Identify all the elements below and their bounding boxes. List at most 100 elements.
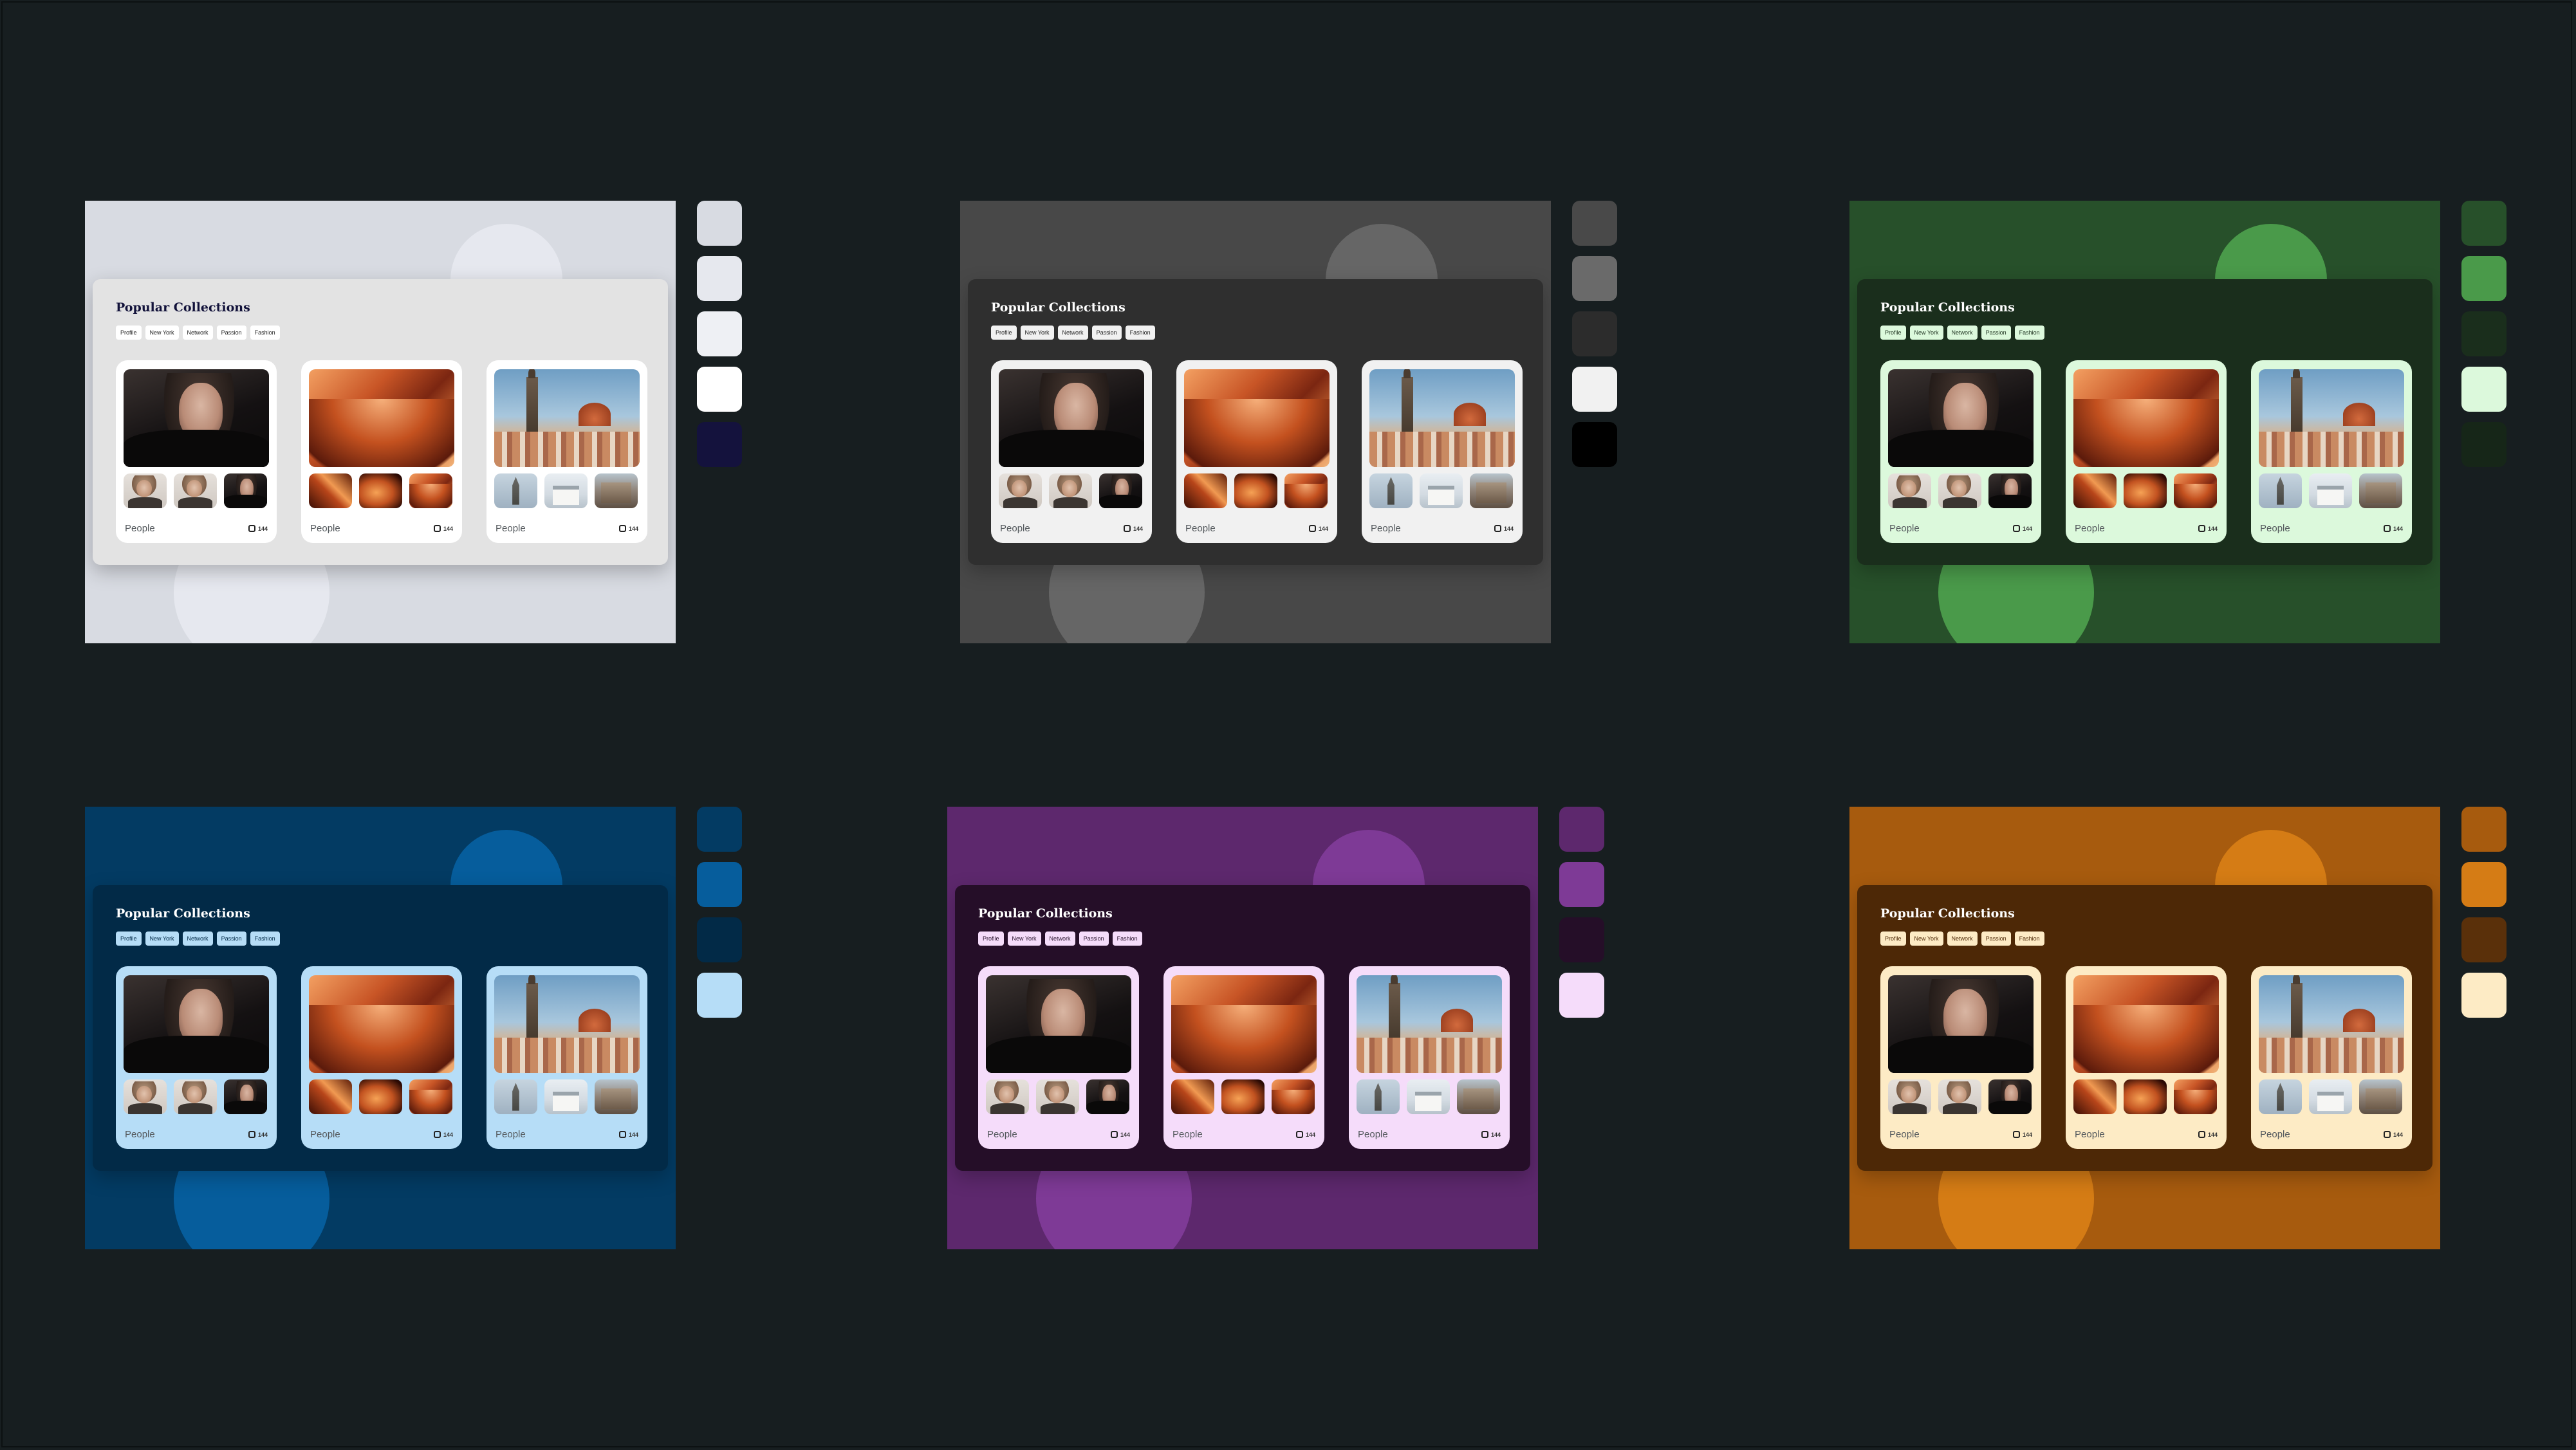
- hero-image[interactable]: [2073, 975, 2219, 1073]
- collection-card[interactable]: People 144: [1362, 360, 1523, 543]
- thumbnail-image[interactable]: [409, 1079, 452, 1114]
- thumbnail-image[interactable]: [1938, 473, 1981, 508]
- thumbnail-image[interactable]: [544, 1079, 588, 1114]
- color-swatch[interactable]: [2461, 201, 2507, 246]
- filter-chip[interactable]: Passion: [1079, 931, 1109, 946]
- filter-chip[interactable]: New York: [1007, 931, 1041, 946]
- collection-card[interactable]: People 144: [1163, 966, 1324, 1149]
- filter-chip[interactable]: New York: [145, 931, 179, 946]
- filter-chip[interactable]: Network: [182, 326, 213, 340]
- hero-image[interactable]: [999, 369, 1144, 467]
- hero-image[interactable]: [494, 975, 640, 1073]
- thumbnail-image[interactable]: [1888, 1079, 1931, 1114]
- thumbnail-image[interactable]: [1036, 1079, 1079, 1114]
- thumbnail-image[interactable]: [1988, 473, 2032, 508]
- thumbnail-image[interactable]: [595, 1079, 638, 1114]
- thumbnail-image[interactable]: [1988, 1079, 2032, 1114]
- color-swatch[interactable]: [1572, 201, 1617, 246]
- filter-chip[interactable]: Fashion: [250, 326, 280, 340]
- filter-chip[interactable]: Profile: [978, 931, 1004, 946]
- hero-image[interactable]: [1369, 369, 1515, 467]
- hero-image[interactable]: [986, 975, 1131, 1073]
- color-swatch[interactable]: [2461, 256, 2507, 301]
- thumbnail-image[interactable]: [359, 1079, 402, 1114]
- collection-card[interactable]: People 144: [991, 360, 1152, 543]
- hero-image[interactable]: [309, 369, 454, 467]
- thumbnail-image[interactable]: [409, 473, 452, 508]
- thumbnail-image[interactable]: [544, 473, 588, 508]
- color-swatch[interactable]: [2461, 311, 2507, 356]
- collection-card[interactable]: People 144: [2251, 966, 2412, 1149]
- thumbnail-image[interactable]: [2124, 1079, 2167, 1114]
- thumbnail-image[interactable]: [124, 473, 167, 508]
- thumbnail-image[interactable]: [2073, 473, 2117, 508]
- collection-card[interactable]: People 144: [116, 360, 277, 543]
- filter-chip[interactable]: Network: [1044, 931, 1075, 946]
- color-swatch[interactable]: [697, 917, 742, 962]
- collection-card[interactable]: People 144: [301, 360, 462, 543]
- filter-chip[interactable]: New York: [145, 326, 179, 340]
- color-swatch[interactable]: [1572, 367, 1617, 412]
- filter-chip[interactable]: Network: [1947, 326, 1978, 340]
- collection-card[interactable]: People 144: [486, 966, 647, 1149]
- thumbnail-image[interactable]: [2259, 1079, 2302, 1114]
- thumbnail-image[interactable]: [1369, 473, 1413, 508]
- filter-chip[interactable]: Profile: [116, 931, 142, 946]
- hero-image[interactable]: [1357, 975, 1502, 1073]
- color-swatch[interactable]: [1572, 422, 1617, 467]
- thumbnail-image[interactable]: [2309, 473, 2352, 508]
- thumbnail-image[interactable]: [2309, 1079, 2352, 1114]
- collection-card[interactable]: People 144: [486, 360, 647, 543]
- hero-image[interactable]: [1888, 975, 2034, 1073]
- filter-chip[interactable]: Fashion: [1112, 931, 1142, 946]
- color-swatch[interactable]: [2461, 807, 2507, 852]
- thumbnail-image[interactable]: [1049, 473, 1092, 508]
- collection-card[interactable]: People 144: [116, 966, 277, 1149]
- color-swatch[interactable]: [2461, 367, 2507, 412]
- thumbnail-image[interactable]: [224, 1079, 267, 1114]
- hero-image[interactable]: [1171, 975, 1317, 1073]
- color-swatch[interactable]: [697, 862, 742, 907]
- thumbnail-image[interactable]: [986, 1079, 1029, 1114]
- hero-image[interactable]: [309, 975, 454, 1073]
- thumbnail-image[interactable]: [174, 1079, 217, 1114]
- thumbnail-image[interactable]: [2073, 1079, 2117, 1114]
- thumbnail-image[interactable]: [1888, 473, 1931, 508]
- color-swatch[interactable]: [697, 973, 742, 1018]
- color-swatch[interactable]: [697, 256, 742, 301]
- color-swatch[interactable]: [697, 807, 742, 852]
- thumbnail-image[interactable]: [1938, 1079, 1981, 1114]
- collection-card[interactable]: People 144: [978, 966, 1139, 1149]
- thumbnail-image[interactable]: [174, 473, 217, 508]
- filter-chip[interactable]: Network: [1057, 326, 1088, 340]
- color-swatch[interactable]: [1559, 862, 1604, 907]
- thumbnail-image[interactable]: [1272, 1079, 1315, 1114]
- color-swatch[interactable]: [697, 201, 742, 246]
- hero-image[interactable]: [1888, 369, 2034, 467]
- thumbnail-image[interactable]: [1171, 1079, 1214, 1114]
- filter-chip[interactable]: New York: [1909, 931, 1943, 946]
- filter-chip[interactable]: Passion: [1981, 326, 2011, 340]
- collection-card[interactable]: People 144: [1880, 360, 2041, 543]
- thumbnail-image[interactable]: [2359, 1079, 2402, 1114]
- color-swatch[interactable]: [697, 367, 742, 412]
- thumbnail-image[interactable]: [2174, 473, 2217, 508]
- color-swatch[interactable]: [1572, 256, 1617, 301]
- thumbnail-image[interactable]: [1221, 1079, 1265, 1114]
- filter-chip[interactable]: Network: [182, 931, 213, 946]
- thumbnail-image[interactable]: [224, 473, 267, 508]
- thumbnail-image[interactable]: [359, 473, 402, 508]
- collection-card[interactable]: People 144: [2066, 360, 2227, 543]
- filter-chip[interactable]: New York: [1020, 326, 1054, 340]
- hero-image[interactable]: [2259, 975, 2404, 1073]
- thumbnail-image[interactable]: [1184, 473, 1227, 508]
- thumbnail-image[interactable]: [309, 473, 352, 508]
- filter-chip[interactable]: Profile: [116, 326, 142, 340]
- thumbnail-image[interactable]: [1457, 1079, 1500, 1114]
- thumbnail-image[interactable]: [309, 1079, 352, 1114]
- thumbnail-image[interactable]: [494, 473, 537, 508]
- hero-image[interactable]: [1184, 369, 1330, 467]
- filter-chip[interactable]: Fashion: [2014, 931, 2044, 946]
- thumbnail-image[interactable]: [124, 1079, 167, 1114]
- thumbnail-image[interactable]: [494, 1079, 537, 1114]
